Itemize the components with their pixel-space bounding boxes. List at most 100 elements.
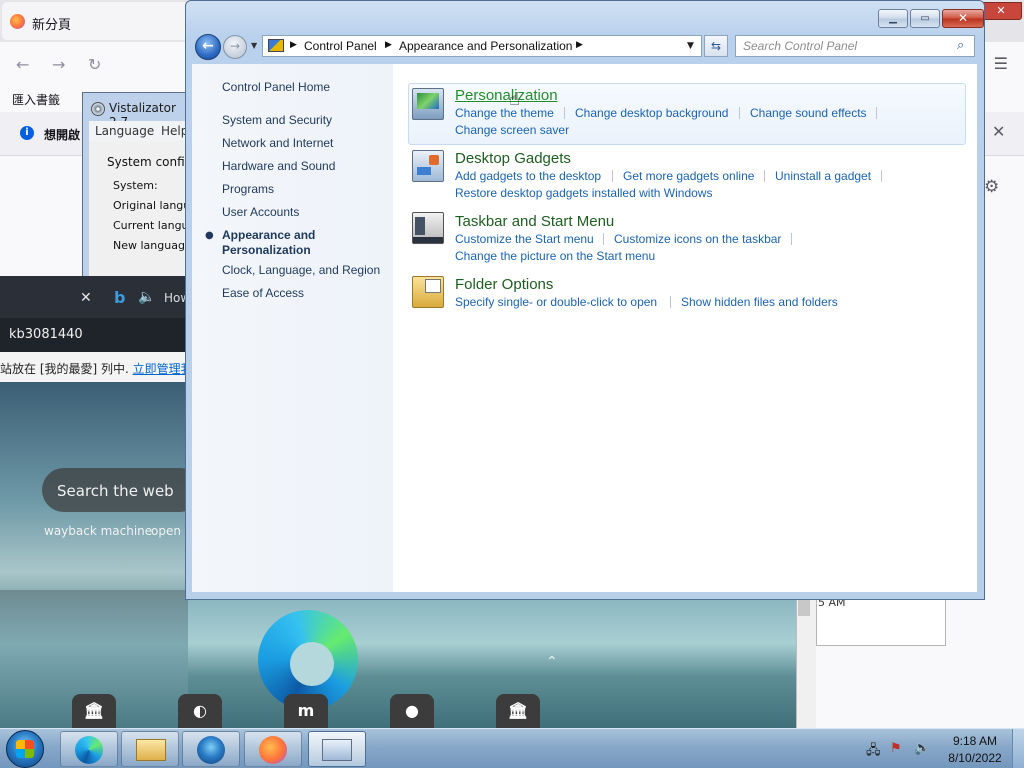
show-desktop-button[interactable] bbox=[1012, 729, 1024, 768]
vistalizator-menubar: Language Help bbox=[89, 121, 193, 141]
back-button[interactable]: ← bbox=[195, 34, 221, 60]
task-get-more-gadgets[interactable]: Get more gadgets online bbox=[623, 169, 754, 183]
forward-arrow-icon[interactable]: → bbox=[52, 55, 65, 74]
task-change-screen-saver[interactable]: Change screen saver bbox=[455, 123, 569, 137]
m-tile-icon[interactable]: m bbox=[284, 694, 328, 728]
task-separator bbox=[564, 107, 565, 119]
folder-icon bbox=[136, 739, 166, 761]
manage-favorites-link[interactable]: 立即管理我 bbox=[133, 362, 188, 376]
side-scrollbar-thumb[interactable] bbox=[798, 600, 810, 616]
task-customize-taskbar-icons[interactable]: Customize icons on the taskbar bbox=[614, 232, 781, 246]
quick-link-wayback[interactable]: wayback machine bbox=[44, 524, 152, 538]
speaker-icon[interactable]: 🔈 bbox=[138, 289, 155, 305]
address-dropdown-icon[interactable]: ▼ bbox=[687, 41, 694, 51]
taskbar-firefox-button[interactable] bbox=[244, 731, 302, 767]
info-bar-close-icon[interactable]: ✕ bbox=[992, 122, 1005, 141]
forward-button[interactable]: → bbox=[223, 35, 247, 59]
close-button[interactable]: ✕ bbox=[942, 9, 984, 28]
volume-icon[interactable]: 🔈 bbox=[914, 741, 930, 756]
breadcrumb-chevron-icon[interactable]: ▶ bbox=[576, 40, 583, 50]
recent-pages-chevron-icon[interactable]: ▼ bbox=[251, 41, 257, 50]
search-placeholder[interactable]: Search Control Panel bbox=[743, 39, 857, 53]
control-panel-icon bbox=[268, 39, 284, 52]
desktop-gadgets-icon[interactable] bbox=[412, 150, 444, 182]
taskbar-start-menu-icon[interactable] bbox=[412, 212, 444, 244]
archive-tile-2-icon[interactable]: 🏛 bbox=[496, 694, 540, 728]
breadcrumb-chevron-icon[interactable]: ▶ bbox=[385, 40, 392, 50]
network-icon[interactable]: 🖧 bbox=[866, 741, 881, 763]
edge-tile-icon[interactable]: ◐ bbox=[178, 694, 222, 728]
vistalizator-window: Vistalizator 2.7 Language Help System co… bbox=[82, 92, 200, 283]
info-icon: i bbox=[20, 126, 34, 140]
nav-control-panel-home[interactable]: Control Panel Home bbox=[222, 80, 330, 94]
bing-icon[interactable]: b bbox=[114, 288, 125, 307]
firefox-logo-icon bbox=[10, 14, 25, 29]
breadcrumb-chevron-icon[interactable]: ▶ bbox=[290, 40, 297, 50]
edge-logo-center bbox=[290, 642, 334, 686]
breadcrumb-appearance[interactable]: Appearance and Personalization bbox=[399, 39, 572, 53]
task-single-double-click[interactable]: Specify single- or double-click to open bbox=[455, 295, 657, 309]
task-customize-start-menu[interactable]: Customize the Start menu bbox=[455, 232, 594, 246]
windows-logo-icon bbox=[16, 740, 34, 758]
reload-icon[interactable]: ↻ bbox=[88, 55, 101, 74]
edge-icon bbox=[75, 736, 103, 764]
edge-tab-close-icon[interactable]: ✕ bbox=[80, 290, 92, 306]
task-separator bbox=[876, 107, 877, 119]
task-change-start-picture[interactable]: Change the picture on the Start menu bbox=[455, 249, 655, 263]
github-tile-icon[interactable]: ● bbox=[390, 694, 434, 728]
task-show-hidden-files[interactable]: Show hidden files and folders bbox=[681, 295, 838, 309]
edge-search-placeholder[interactable]: Search the web bbox=[57, 482, 174, 500]
maximize-button[interactable]: ▭ bbox=[910, 9, 940, 28]
task-change-theme[interactable]: Change the theme bbox=[455, 106, 554, 120]
edge-tabbar bbox=[0, 276, 188, 318]
hamburger-menu-icon[interactable]: ☰ bbox=[994, 54, 1008, 73]
nav-hardware-sound[interactable]: Hardware and Sound bbox=[222, 159, 335, 173]
refresh-button[interactable]: ⇆ bbox=[704, 35, 728, 57]
task-separator bbox=[612, 170, 613, 182]
taskbar-explorer-button[interactable] bbox=[121, 731, 179, 767]
action-center-icon[interactable]: ⚑ bbox=[890, 741, 902, 756]
nav-network-internet[interactable]: Network and Internet bbox=[222, 136, 333, 150]
taskbar-control-panel-button[interactable] bbox=[308, 731, 366, 767]
search-icon[interactable]: ⌕ bbox=[957, 38, 964, 53]
chevron-up-icon[interactable]: ⌃ bbox=[546, 654, 558, 670]
nav-ease-of-access[interactable]: Ease of Access bbox=[222, 286, 304, 300]
taskbar-start-menu-title[interactable]: Taskbar and Start Menu bbox=[455, 213, 614, 230]
nav-programs[interactable]: Programs bbox=[222, 182, 274, 196]
taskbar-media-button[interactable] bbox=[182, 731, 240, 767]
task-change-desktop-background[interactable]: Change desktop background bbox=[575, 106, 728, 120]
breadcrumb-control-panel[interactable]: Control Panel bbox=[304, 39, 377, 53]
desktop-gadgets-title[interactable]: Desktop Gadgets bbox=[455, 150, 571, 167]
archive-tile-icon[interactable]: 🏛 bbox=[72, 694, 116, 728]
task-separator bbox=[881, 170, 882, 182]
nav-clock-language-region[interactable]: Clock, Language, and Region bbox=[222, 263, 380, 277]
edge-address-text[interactable]: kb3081440 bbox=[9, 327, 83, 342]
current-language-label: Current langu bbox=[113, 219, 189, 232]
personalization-title[interactable]: Personalization bbox=[455, 87, 558, 104]
nav-user-accounts[interactable]: User Accounts bbox=[222, 205, 299, 219]
firefox-icon bbox=[259, 736, 287, 764]
clock-time[interactable]: 9:18 AM bbox=[940, 734, 1010, 748]
nav-appearance-personalization-line2[interactable]: Personalization bbox=[222, 243, 311, 257]
taskbar-edge-button[interactable] bbox=[60, 731, 118, 767]
tab-title: 新分頁 bbox=[32, 18, 72, 33]
personalization-icon[interactable] bbox=[412, 88, 444, 120]
nav-system-security[interactable]: System and Security bbox=[222, 113, 332, 127]
folder-options-title[interactable]: Folder Options bbox=[455, 276, 553, 293]
folder-options-icon[interactable] bbox=[412, 276, 444, 308]
import-bookmarks-link[interactable]: 匯入書籤 bbox=[12, 91, 60, 108]
firefox-close-button[interactable]: ✕ bbox=[980, 2, 1022, 20]
task-change-sound-effects[interactable]: Change sound effects bbox=[750, 106, 867, 120]
gear-icon[interactable]: ⚙ bbox=[984, 177, 999, 197]
quick-link-open[interactable]: open s bbox=[151, 524, 188, 538]
firefox-tab[interactable]: 新分頁 bbox=[2, 2, 188, 40]
minimize-button[interactable]: ▁ bbox=[878, 9, 908, 28]
media-player-icon bbox=[197, 736, 225, 764]
task-restore-gadgets[interactable]: Restore desktop gadgets installed with W… bbox=[455, 186, 712, 200]
menu-language[interactable]: Language bbox=[95, 124, 154, 138]
task-add-gadgets[interactable]: Add gadgets to the desktop bbox=[455, 169, 601, 183]
back-arrow-icon[interactable]: ← bbox=[16, 55, 29, 74]
task-uninstall-gadget[interactable]: Uninstall a gadget bbox=[775, 169, 871, 183]
nav-appearance-personalization[interactable]: Appearance and bbox=[222, 228, 315, 242]
clock-date[interactable]: 8/10/2022 bbox=[940, 751, 1010, 765]
